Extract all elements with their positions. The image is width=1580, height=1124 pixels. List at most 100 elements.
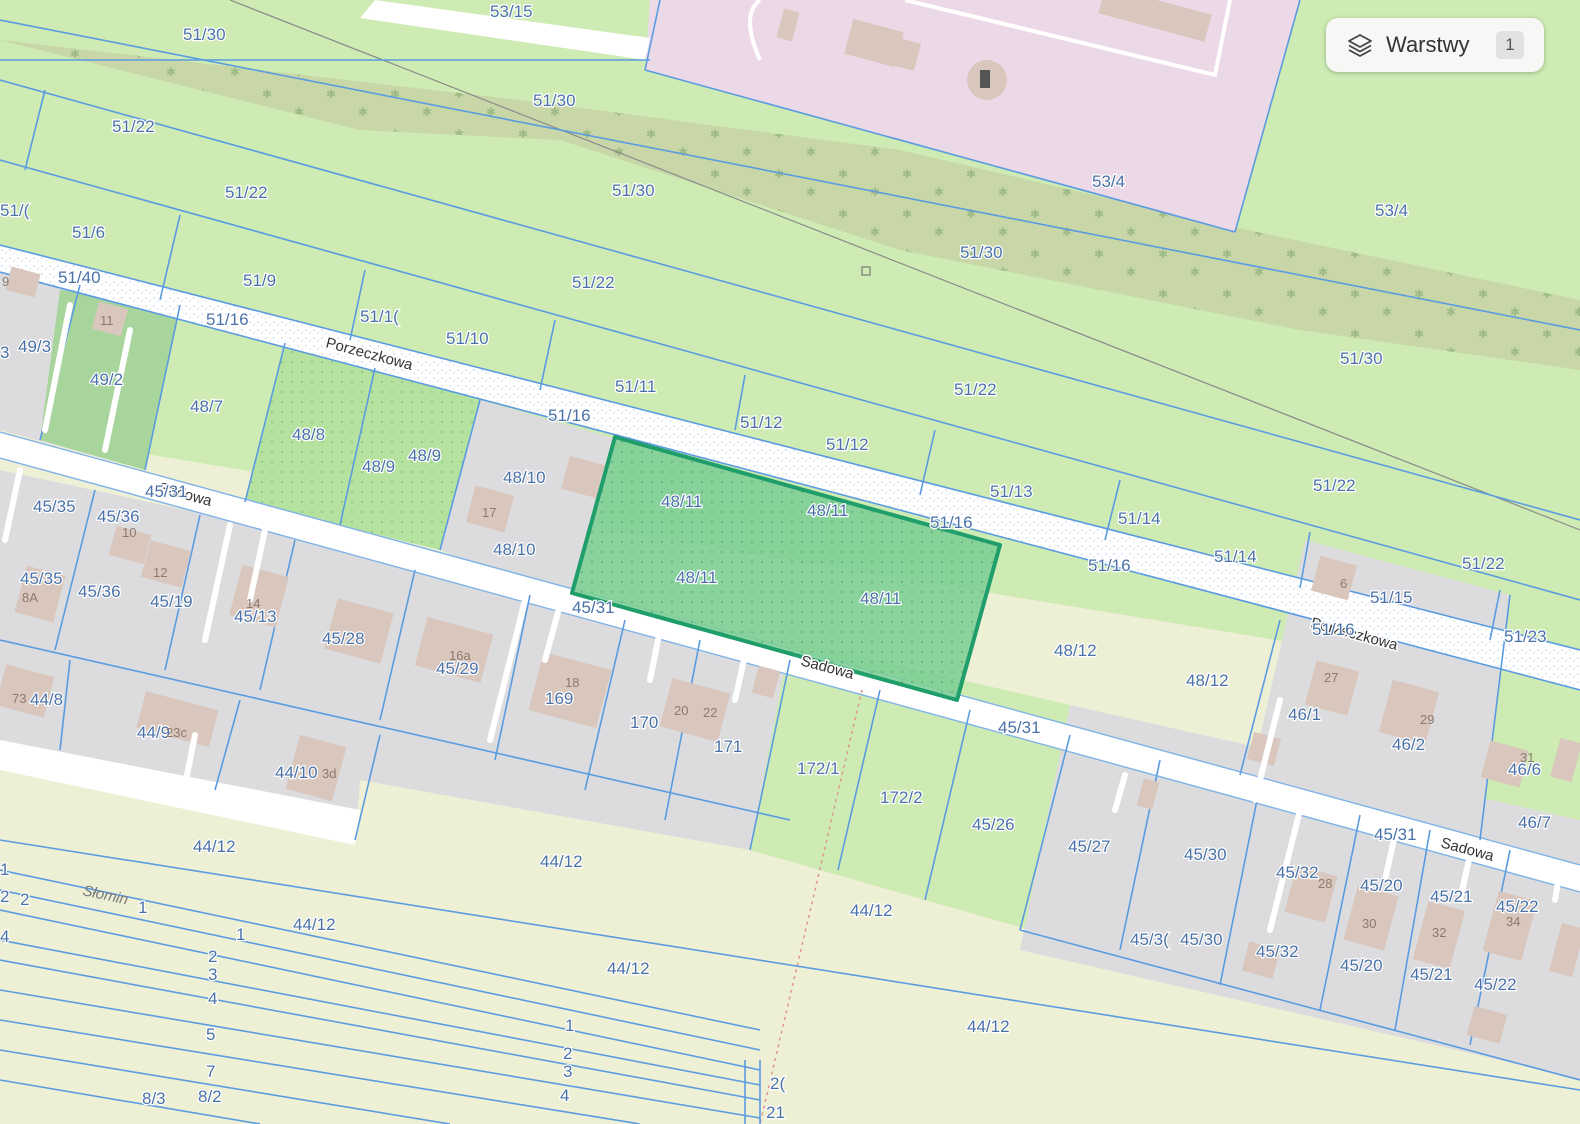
house-number: 8A xyxy=(22,590,38,605)
house-number: 73 xyxy=(12,691,26,706)
parcel-label: 51/22 xyxy=(954,380,997,399)
parcel-label: 48/7 xyxy=(190,397,223,416)
parcel-label: 51/11 xyxy=(615,377,656,396)
parcel-label: 1 xyxy=(565,1016,574,1035)
parcel-label: 51/15 xyxy=(1370,588,1413,607)
parcel-label: 46/1 xyxy=(1288,705,1321,724)
house-number: 11 xyxy=(100,313,114,328)
map-canvas[interactable]: ✱ ✱ xyxy=(0,0,1580,1124)
parcel-label: 51/9 xyxy=(243,271,276,290)
parcel-label: 51/16 xyxy=(206,310,249,329)
house-number: 28 xyxy=(1318,876,1332,891)
parcel-label: 53/15 xyxy=(490,2,533,21)
parcel-label: 53/4 xyxy=(1092,172,1125,191)
parcel-label: 1 xyxy=(138,898,147,917)
parcel-label: 169 xyxy=(545,689,573,708)
parcel-label: 172/1 xyxy=(797,759,840,778)
parcel-label: 48/11 xyxy=(807,501,848,520)
parcel-label: 51/22 xyxy=(572,273,615,292)
parcel-label: 51/30 xyxy=(612,181,655,200)
parcel-label: 1 xyxy=(0,860,9,879)
parcel-label: 51/16 xyxy=(1312,620,1355,639)
parcel-label: 45/31 xyxy=(1374,825,1417,844)
parcel-label: 170 xyxy=(630,713,658,732)
parcel-label: 51/22 xyxy=(1313,476,1356,495)
parcel-label: 2 xyxy=(208,947,217,966)
parcel-label: 45/28 xyxy=(322,629,365,648)
parcel-label: 48/11 xyxy=(860,589,901,608)
map-viewport[interactable]: ✱ ✱ xyxy=(0,0,1580,1124)
parcel-label: 49/2 xyxy=(90,370,123,389)
parcel-label: 171 xyxy=(714,737,742,756)
layers-label: Warstwy xyxy=(1386,32,1470,57)
parcel-label: 51/40 xyxy=(58,268,101,287)
house-number: 10 xyxy=(122,525,136,540)
parcel-label: 51/16 xyxy=(1088,556,1131,575)
parcel-label: 8/2 xyxy=(198,1087,222,1106)
parcel-label: 44/12 xyxy=(967,1017,1010,1036)
parcel-label: 4 xyxy=(208,989,217,1008)
parcel-label: 51/6 xyxy=(72,223,105,242)
house-number: 16a xyxy=(449,648,471,663)
layers-icon xyxy=(1346,31,1374,59)
parcel-label: 2( xyxy=(770,1074,785,1093)
parcel-label: 51/30 xyxy=(183,25,226,44)
house-number: 9 xyxy=(2,274,9,289)
parcel-label: 45/21 xyxy=(1430,887,1473,906)
parcel-label: 45/31 xyxy=(145,482,188,501)
parcel-label: 46/7 xyxy=(1518,813,1551,832)
parcel-label: 51/10 xyxy=(446,329,489,348)
parcel-label: 2 xyxy=(563,1044,572,1063)
parcel-label: 48/10 xyxy=(493,540,536,559)
parcel-label: 51/23 xyxy=(1504,627,1547,646)
parcel-label: 2 xyxy=(20,890,29,909)
parcel-label: 51/16 xyxy=(930,513,973,532)
parcel-label: 4 xyxy=(0,927,9,946)
parcel-label: 45/27 xyxy=(1068,837,1111,856)
house-number: 29 xyxy=(1420,712,1434,727)
house-number: 32 xyxy=(1432,925,1446,940)
parcel-label: 45/20 xyxy=(1360,876,1403,895)
house-number: 30 xyxy=(1362,916,1376,931)
parcel-label: 51/1( xyxy=(360,307,399,326)
house-number: 22 xyxy=(703,705,717,720)
parcel-label: 48/8 xyxy=(292,425,325,444)
house-number: 3d xyxy=(322,766,336,781)
parcel-label: 45/26 xyxy=(972,815,1015,834)
parcel-label: 48/9 xyxy=(408,446,441,465)
parcel-label: 45/30 xyxy=(1184,845,1227,864)
parcel-label: 2 xyxy=(0,887,9,906)
parcel-label: 53/4 xyxy=(1375,201,1408,220)
parcel-label: 48/11 xyxy=(661,492,702,511)
parcel-label: 44/12 xyxy=(293,915,336,934)
parcel-label: 51/30 xyxy=(1340,349,1383,368)
parcel-label: 51/12 xyxy=(740,413,783,432)
parcel-label: 51/16 xyxy=(548,406,591,425)
layers-button[interactable]: Warstwy 1 xyxy=(1326,18,1544,72)
parcel-label: 44/8 xyxy=(30,690,63,709)
parcel-label: 3 xyxy=(208,965,217,984)
parcel-label: 51/14 xyxy=(1214,547,1257,566)
parcel-label: 7 xyxy=(206,1062,215,1081)
parcel-label: 21 xyxy=(766,1103,785,1122)
parcel-label: 51/13 xyxy=(990,482,1033,501)
parcel-label: 45/3( xyxy=(1130,930,1169,949)
parcel-label: 44/12 xyxy=(193,837,236,856)
parcel-label: 51/14 xyxy=(1118,509,1161,528)
parcel-label: 45/35 xyxy=(20,569,63,588)
fuel-pump-glyph xyxy=(980,70,990,88)
parcel-label: 3 xyxy=(563,1062,572,1081)
house-number: 34 xyxy=(1506,914,1520,929)
house-number: 27 xyxy=(1324,670,1338,685)
parcel-label: 3 xyxy=(0,343,9,362)
house-number: 6 xyxy=(1340,576,1347,591)
parcel-label: 4 xyxy=(560,1086,569,1105)
parcel-label: 44/12 xyxy=(607,959,650,978)
parcel-label: 1 xyxy=(236,925,245,944)
parcel-label: 44/10 xyxy=(275,763,318,782)
parcel-label: 51/30 xyxy=(960,243,1003,262)
parcel-label: 48/10 xyxy=(503,468,546,487)
parcel-label: 45/22 xyxy=(1474,975,1517,994)
layers-count-badge: 1 xyxy=(1496,31,1524,59)
parcel-label: 51/( xyxy=(0,201,30,220)
